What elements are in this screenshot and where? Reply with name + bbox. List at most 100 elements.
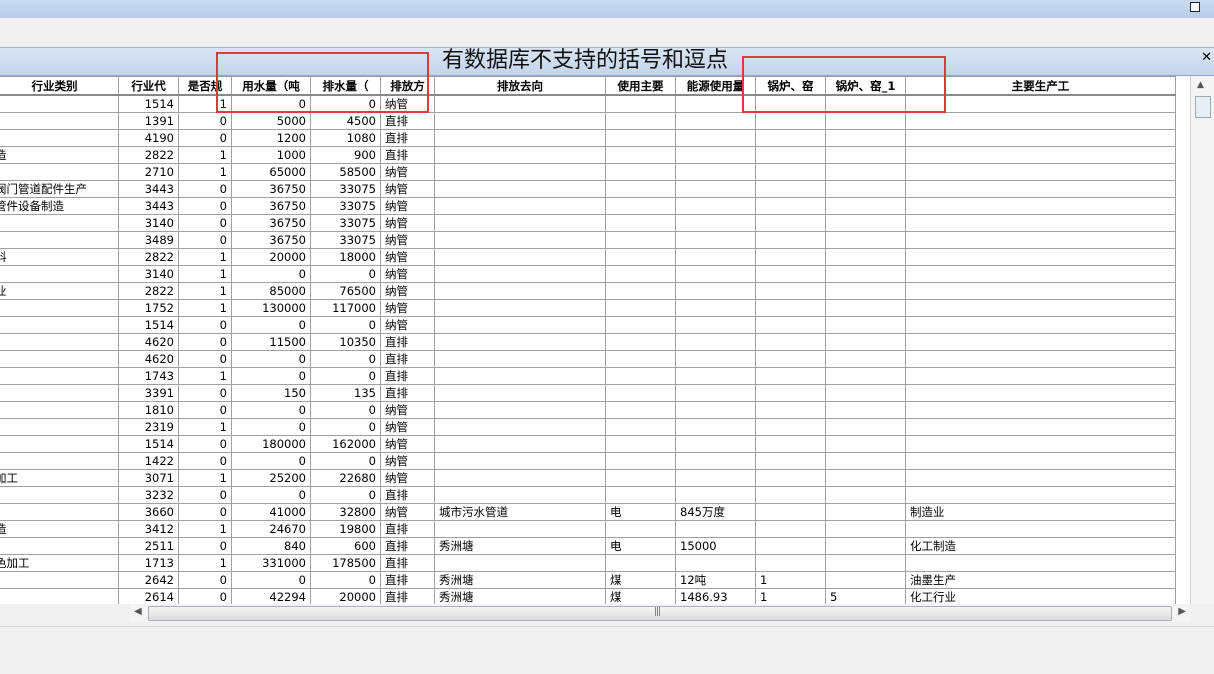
table-cell[interactable] (0, 367, 119, 385)
table-cell[interactable]: 0 (310, 452, 381, 470)
column-header[interactable]: 排放方 (380, 76, 435, 96)
table-cell[interactable] (434, 180, 606, 198)
table-cell[interactable] (605, 299, 676, 317)
horizontal-scrollbar[interactable]: ◀ ||| ▶ (130, 604, 1190, 622)
table-cell[interactable] (605, 333, 676, 351)
table-cell[interactable] (905, 435, 1176, 453)
table-cell[interactable] (905, 316, 1176, 334)
table-cell[interactable] (605, 282, 676, 300)
table-cell[interactable]: 0 (178, 112, 232, 130)
table-cell[interactable] (755, 469, 826, 487)
table-row[interactable]: 1752 1 130000 117000 纳管 (0, 299, 1176, 317)
table-cell[interactable]: 煤 (605, 571, 676, 589)
table-cell[interactable]: 0 (178, 231, 232, 249)
table-cell[interactable] (755, 197, 826, 215)
table-cell[interactable]: 4190 (118, 129, 179, 147)
table-cell[interactable]: 840 (231, 537, 311, 555)
table-cell[interactable]: 秀洲塘 (434, 571, 606, 589)
table-cell[interactable]: 1514 (118, 435, 179, 453)
table-cell[interactable] (605, 129, 676, 147)
table-row[interactable]: 3660 0 41000 32800 纳管 城市污水管道电 845万度 制造业 (0, 503, 1176, 521)
table-cell[interactable]: 0 (231, 486, 311, 504)
table-cell[interactable] (434, 401, 606, 419)
table-cell[interactable] (825, 282, 906, 300)
table-cell[interactable] (605, 163, 676, 181)
table-cell[interactable] (675, 231, 756, 249)
table-cell[interactable]: 0 (178, 197, 232, 215)
horizontal-scroll-thumb[interactable]: ||| (148, 606, 1172, 621)
table-cell[interactable] (434, 350, 606, 368)
table-cell[interactable]: 1 (178, 265, 232, 283)
table-cell[interactable]: 0 (310, 486, 381, 504)
table-cell[interactable]: 5000 (231, 112, 311, 130)
scroll-right-icon[interactable]: ▶ (1178, 606, 1186, 617)
table-cell[interactable]: 造 (0, 146, 119, 164)
table-cell[interactable]: 0 (178, 401, 232, 419)
table-cell[interactable] (825, 520, 906, 538)
table-cell[interactable] (605, 214, 676, 232)
column-header[interactable]: 排水量（ (310, 76, 381, 96)
table-cell[interactable]: 3391 (118, 384, 179, 402)
table-cell[interactable] (434, 333, 606, 351)
table-cell[interactable]: 36750 (231, 231, 311, 249)
table-cell[interactable] (434, 112, 606, 130)
table-cell[interactable] (0, 299, 119, 317)
table-cell[interactable] (905, 367, 1176, 385)
table-cell[interactable]: 0 (178, 129, 232, 147)
table-cell[interactable]: 直排 (380, 350, 435, 368)
table-cell[interactable] (755, 146, 826, 164)
table-cell[interactable]: 纳管 (380, 299, 435, 317)
table-cell[interactable]: 20000 (310, 588, 381, 604)
table-cell[interactable]: 纳管 (380, 418, 435, 436)
table-cell[interactable]: 0 (178, 503, 232, 521)
table-cell[interactable] (905, 418, 1176, 436)
table-cell[interactable] (755, 333, 826, 351)
table-cell[interactable]: 3660 (118, 503, 179, 521)
table-row[interactable]: 造341212467019800直排 (0, 520, 1176, 538)
table-cell[interactable]: 化工制造 (905, 537, 1176, 555)
table-cell[interactable] (605, 452, 676, 470)
table-cell[interactable]: 0 (231, 350, 311, 368)
table-cell[interactable] (0, 537, 119, 555)
table-row[interactable]: 料282212000018000纳管 (0, 248, 1176, 266)
table-row[interactable]: 管件设备制造 3443 0 36750 33075 纳管 (0, 197, 1176, 215)
table-cell[interactable] (675, 163, 756, 181)
table-cell[interactable] (0, 265, 119, 283)
vertical-scroll-thumb[interactable] (1195, 96, 1211, 118)
table-cell[interactable] (605, 350, 676, 368)
table-cell[interactable] (825, 248, 906, 266)
table-cell[interactable]: 直排 (380, 537, 435, 555)
table-cell[interactable] (825, 146, 906, 164)
table-cell[interactable]: 0 (310, 418, 381, 436)
table-cell[interactable]: 0 (178, 571, 232, 589)
table-cell[interactable]: 直排 (380, 129, 435, 147)
table-cell[interactable] (605, 367, 676, 385)
table-cell[interactable]: 0 (178, 537, 232, 555)
table-cell[interactable]: 0 (178, 350, 232, 368)
table-cell[interactable]: 76500 (310, 282, 381, 300)
table-cell[interactable] (0, 316, 119, 334)
table-cell[interactable] (605, 265, 676, 283)
table-cell[interactable]: 36750 (231, 180, 311, 198)
table-cell[interactable]: 1810 (118, 401, 179, 419)
table-cell[interactable]: 1 (178, 554, 232, 572)
table-cell[interactable]: 2614 (118, 588, 179, 604)
table-cell[interactable]: 1200 (231, 129, 311, 147)
table-cell[interactable] (605, 418, 676, 436)
table-cell[interactable]: 1514 (118, 316, 179, 334)
table-cell[interactable]: 900 (310, 146, 381, 164)
table-cell[interactable]: 33075 (310, 197, 381, 215)
table-cell[interactable] (755, 180, 826, 198)
table-cell[interactable] (0, 333, 119, 351)
table-cell[interactable]: 11500 (231, 333, 311, 351)
table-cell[interactable] (905, 350, 1176, 368)
table-cell[interactable]: 纳管 (380, 214, 435, 232)
table-row[interactable]: 3232 0 0 0 直排 (0, 486, 1176, 504)
table-row[interactable]: 业282218500076500纳管 (0, 282, 1176, 300)
table-cell[interactable]: 15000 (675, 537, 756, 555)
table-cell[interactable] (434, 469, 606, 487)
table-cell[interactable]: 25200 (231, 469, 311, 487)
table-cell[interactable]: 电 (605, 537, 676, 555)
column-header[interactable]: 用水量（吨 (231, 76, 311, 96)
table-cell[interactable] (605, 94, 676, 113)
